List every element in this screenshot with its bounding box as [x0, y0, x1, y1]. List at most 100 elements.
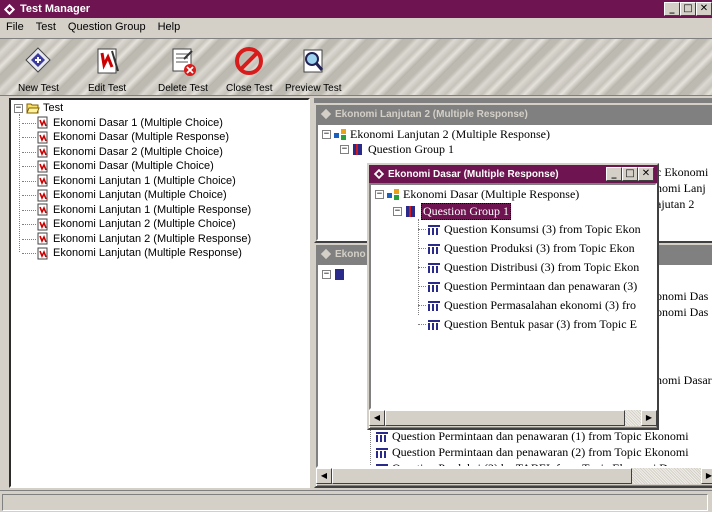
window-icon	[320, 108, 332, 120]
test-tree-panel[interactable]: − Test Ekonomi Dasar 1 (Multiple Choice)…	[9, 98, 310, 488]
scroll-right-icon[interactable]: ▶	[701, 468, 712, 484]
tree-item[interactable]: Ekonomi Lanjutan (Multiple Choice)	[14, 188, 308, 203]
question-table-icon	[428, 320, 440, 330]
tree-item[interactable]: Ekonomi Lanjutan 1 (Multiple Choice)	[14, 174, 308, 189]
test-network-icon	[334, 129, 346, 140]
tree-root-label: Test	[43, 102, 64, 115]
question-row[interactable]: Question Permintaan dan penawaran (3)	[418, 279, 638, 294]
menu-question-group[interactable]: Question Group	[66, 21, 148, 33]
collapse-icon[interactable]: −	[322, 270, 331, 279]
tree-line	[22, 122, 36, 124]
window-body[interactable]: − Ekonomi Dasar (Multiple Response) − Qu…	[369, 183, 657, 410]
question-label: Question Permintaan dan penawaran (2) fr…	[392, 445, 689, 459]
horizontal-scrollbar[interactable]: ◀ ▶	[316, 468, 712, 484]
question-row[interactable]: Question Distribusi (3) from Topic Ekon	[418, 260, 639, 275]
peek-text: nomi Lanj	[656, 181, 706, 195]
question-table-icon	[428, 225, 440, 235]
toolbar: New Test Edit Test Delete Test Close Tes…	[0, 38, 712, 96]
horizontal-scrollbar[interactable]: ◀ ▶	[369, 410, 657, 426]
window-title-bar[interactable]: Ekonomi Lanjutan 2 (Multiple Response)	[316, 105, 712, 123]
close-button[interactable]: ✕	[696, 2, 712, 16]
tree-line	[22, 195, 36, 196]
tree-line	[418, 324, 426, 325]
question-group-label: Question Group 1	[421, 203, 511, 220]
app-titlebar: Test Manager _ □ ✕	[0, 0, 712, 18]
tree-item-label: Ekonomi Dasar (Multiple Choice)	[53, 160, 214, 173]
tree-line	[22, 180, 36, 182]
test-doc-icon	[37, 232, 48, 245]
question-row[interactable]: Question Produksi (2) by TABEL from Topi…	[371, 461, 688, 468]
question-row[interactable]: Question Permintaan dan penawaran (1) fr…	[371, 429, 689, 444]
window-title-bar[interactable]: Ekonomi Dasar (Multiple Response) _ □ ✕	[369, 165, 657, 183]
question-group-row[interactable]: − Question Group 1	[393, 203, 511, 220]
scroll-left-icon[interactable]: ◀	[369, 410, 385, 426]
tree-item-label: Ekonomi Dasar 1 (Multiple Choice)	[53, 116, 223, 129]
scroll-thumb[interactable]	[332, 468, 632, 484]
peek-text: onomi Das	[656, 289, 709, 303]
question-row[interactable]: Question Produksi (3) from Topic Ekon	[418, 241, 635, 256]
test-doc-icon	[37, 189, 48, 202]
test-doc-icon	[37, 174, 48, 187]
preview-test-label: Preview Test	[285, 83, 342, 94]
tree-item[interactable]: Ekonomi Lanjutan (Multiple Response)	[14, 246, 308, 261]
tree-item[interactable]: Ekonomi Lanjutan 2 (Multiple Choice)	[14, 217, 308, 232]
app-title: Test Manager	[20, 3, 91, 15]
collapse-icon[interactable]: −	[375, 190, 384, 199]
maximize-button[interactable]: □	[622, 167, 638, 181]
tree-line	[418, 229, 426, 230]
peek-text: nomi Dasar	[656, 373, 712, 387]
tree-item[interactable]: Ekonomi Lanjutan 2 (Multiple Response)	[14, 232, 308, 247]
minimize-button[interactable]: _	[606, 167, 622, 181]
tree-line	[22, 137, 36, 138]
scroll-thumb[interactable]	[385, 410, 625, 426]
menu-file[interactable]: File	[4, 21, 26, 33]
tree-line	[22, 224, 36, 225]
preview-test-button[interactable]: Preview Test	[285, 45, 342, 94]
delete-test-button[interactable]: Delete Test	[158, 45, 208, 94]
status-bar	[0, 490, 712, 512]
tree-root-row[interactable]: − Ekonomi Lanjutan 2 (Multiple Response)	[322, 127, 550, 142]
window-ekonomi-dasar-multiple-response[interactable]: Ekonomi Dasar (Multiple Response) _ □ ✕ …	[367, 163, 659, 430]
tree-item[interactable]: Ekonomi Dasar 1 (Multiple Choice)	[14, 116, 308, 131]
new-test-button[interactable]: New Test	[18, 45, 59, 94]
tree-line	[22, 253, 36, 254]
tree-root-row[interactable]: − Ekonomi Dasar (Multiple Response)	[375, 187, 579, 202]
new-test-label: New Test	[18, 83, 59, 94]
edit-test-icon	[97, 48, 120, 74]
question-label: Question Konsumsi (3) from Topic Ekon	[444, 222, 641, 236]
scroll-right-icon[interactable]: ▶	[641, 410, 657, 426]
scroll-left-icon[interactable]: ◀	[316, 468, 332, 484]
question-row[interactable]: Question Konsumsi (3) from Topic Ekon	[418, 222, 641, 237]
question-group-row[interactable]: − Question Group 1	[340, 142, 454, 157]
menu-test[interactable]: Test	[34, 21, 58, 33]
tree-root-label: Ekonomi Dasar (Multiple Response)	[403, 187, 580, 201]
tree-line	[418, 286, 426, 287]
minimize-button[interactable]: _	[664, 2, 680, 16]
question-row[interactable]: Question Permintaan dan penawaran (2) fr…	[371, 445, 689, 460]
new-test-icon	[25, 47, 52, 73]
folder-open-icon	[26, 103, 40, 114]
tree-root[interactable]: − Test	[14, 101, 308, 116]
peek-text: ajutan 2	[656, 197, 695, 211]
edit-test-button[interactable]: Edit Test	[88, 45, 126, 94]
collapse-icon[interactable]: −	[14, 103, 23, 113]
menu-help[interactable]: Help	[156, 21, 183, 33]
tree-root-row[interactable]: −	[322, 267, 347, 282]
close-button[interactable]: ✕	[638, 167, 654, 181]
question-row[interactable]: Question Bentuk pasar (3) from Topic E	[418, 317, 637, 332]
collapse-icon[interactable]: −	[340, 145, 349, 154]
tree-item-label: Ekonomi Lanjutan 1 (Multiple Response)	[53, 203, 252, 216]
tree-item[interactable]: Ekonomi Dasar (Multiple Response)	[14, 130, 308, 145]
collapse-icon[interactable]: −	[393, 207, 402, 216]
maximize-button[interactable]: □	[680, 2, 696, 16]
tree-item[interactable]: Ekonomi Dasar 2 (Multiple Choice)	[14, 145, 308, 160]
peek-text: onomi Das	[656, 305, 709, 319]
question-table-icon	[428, 282, 440, 292]
collapse-icon[interactable]: −	[322, 130, 331, 139]
question-row[interactable]: Question Permasalahan ekonomi (3) fro	[418, 298, 636, 313]
question-label: Question Permintaan dan penawaran (3)	[444, 279, 638, 293]
question-label: Question Produksi (2) by TABEL from Topi…	[392, 461, 688, 468]
close-test-button[interactable]: Close Test	[226, 45, 273, 94]
tree-item[interactable]: Ekonomi Dasar (Multiple Choice)	[14, 159, 308, 174]
tree-item[interactable]: Ekonomi Lanjutan 1 (Multiple Response)	[14, 203, 308, 218]
